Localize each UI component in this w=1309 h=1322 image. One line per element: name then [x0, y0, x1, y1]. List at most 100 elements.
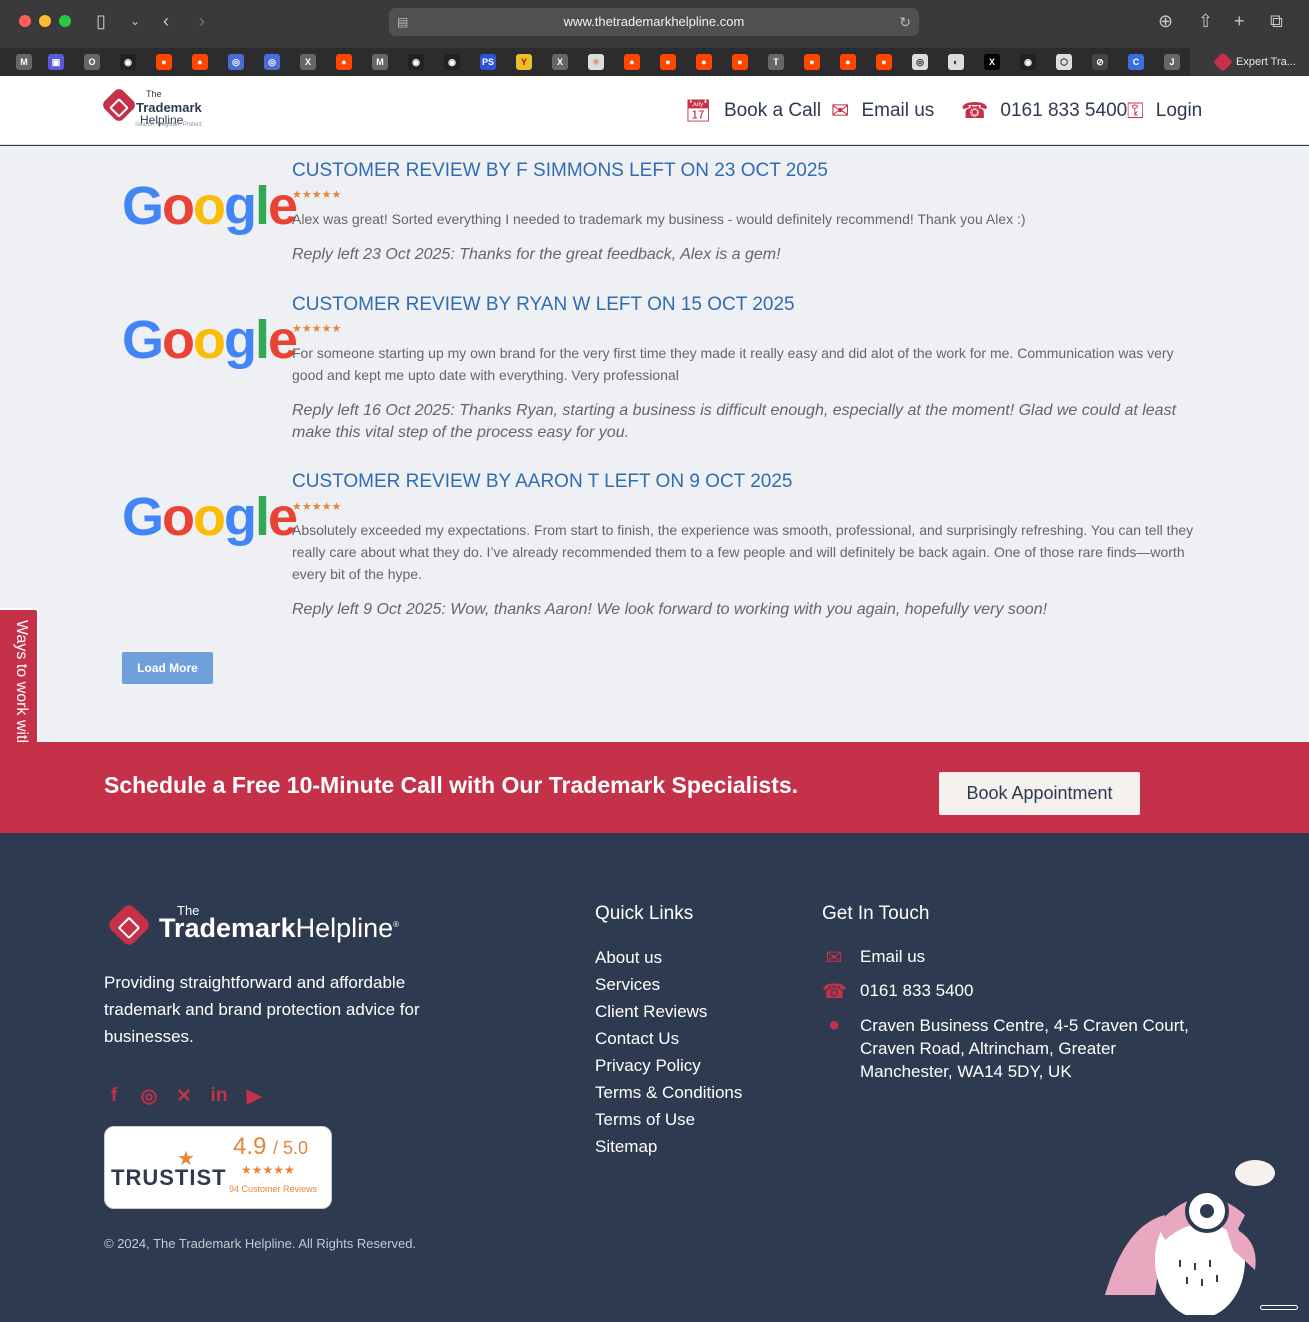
tab-bar: M ▣ O ◉ ● ● ◎ ◎ X ● M ◉ ◉ PS Y X ✳ ● ● ●…	[0, 48, 1309, 76]
tab-overview-icon[interactable]: ⧉	[1270, 11, 1283, 31]
tab-favicon[interactable]: J	[1164, 54, 1180, 70]
tab-favicon[interactable]: ●	[660, 54, 676, 70]
footer-logo[interactable]: The TrademarkHelpline®	[106, 902, 417, 949]
share-icon[interactable]: ⇧	[1198, 11, 1213, 31]
nav-book-a-call[interactable]: 📅︎ Book a Call	[684, 96, 821, 126]
footer-link-contact[interactable]: Contact Us	[595, 1029, 679, 1049]
footer-link-services[interactable]: Services	[595, 975, 660, 995]
footer-link-about[interactable]: About us	[595, 948, 662, 968]
tab-favicon[interactable]: ◐	[948, 54, 964, 70]
youtube-icon[interactable]: ▶	[244, 1085, 264, 1108]
footer-link-sitemap[interactable]: Sitemap	[595, 1137, 657, 1157]
trustist-score: 4.9	[233, 1133, 267, 1160]
envelope-icon: ✉	[825, 947, 843, 969]
tab-favicon[interactable]: ●	[732, 54, 748, 70]
tab-favicon[interactable]: ✳	[588, 54, 604, 70]
tab-favicon[interactable]: PS	[480, 54, 496, 70]
footer-link-privacy[interactable]: Privacy Policy	[595, 1056, 701, 1076]
tab-favicon[interactable]: ▣	[48, 54, 64, 70]
phone-icon: ☎	[961, 98, 989, 123]
tab-favicon[interactable]: ◎	[912, 54, 928, 70]
phone-icon: ☎	[822, 981, 847, 1003]
active-tab[interactable]: Expert Tra...	[1190, 48, 1309, 76]
x-icon[interactable]: ✕	[174, 1085, 194, 1108]
trustist-name: TRUSTIST	[111, 1165, 227, 1190]
sidebar-toggle-icon[interactable]: ▯	[96, 11, 106, 31]
nav-login[interactable]: ⚿ Login	[1127, 96, 1202, 126]
chevron-down-icon[interactable]: ⌄	[130, 11, 140, 31]
tab-favicon[interactable]: ●	[804, 54, 820, 70]
tab-favicon[interactable]: ●	[840, 54, 856, 70]
tab-favicon[interactable]: ⊘	[1092, 54, 1108, 70]
tab-favicon[interactable]: X	[984, 54, 1000, 70]
tab-favicon[interactable]: M	[16, 54, 32, 70]
review-text: Absolutely exceeded my expectations. Fro…	[292, 522, 1194, 582]
footer-address-text: Craven Business Centre, 4-5 Craven Court…	[860, 1016, 1189, 1081]
forward-icon[interactable]: ›	[199, 11, 205, 31]
facebook-icon[interactable]: f	[104, 1085, 124, 1108]
quick-links-title: Quick Links	[595, 903, 694, 924]
tab-favicon[interactable]: ●	[624, 54, 640, 70]
tab-favicon[interactable]: ●	[696, 54, 712, 70]
footer-phone-label: 0161 833 5400	[860, 981, 974, 1000]
download-icon[interactable]: ⊕	[1158, 11, 1173, 31]
browser-toolbar: ▯ ⌄ ‹ › ▤ www.thetrademarkhelpline.com ↻…	[0, 0, 1309, 48]
site-logo[interactable]: The Trademark Helpline Search. Register.…	[100, 86, 214, 132]
footer-link-terms-of-use[interactable]: Terms of Use	[595, 1110, 695, 1130]
trustist-out-of: / 5.0	[273, 1138, 309, 1158]
nav-label: 0161 833 5400	[1000, 100, 1128, 121]
trustist-widget[interactable]: ★ TRUSTIST 4.9 / 5.0 ★★★★★ 94 Customer R…	[104, 1126, 332, 1209]
nav-label: Login	[1155, 100, 1203, 121]
minimize-window-button[interactable]	[39, 15, 51, 27]
tab-favicon[interactable]: M	[372, 54, 388, 70]
get-in-touch-title: Get In Touch	[822, 903, 930, 924]
tab-favicon[interactable]: ●	[876, 54, 892, 70]
tab-favicon[interactable]: O	[84, 54, 100, 70]
cta-text: Schedule a Free 10-Minute Call with Our …	[104, 772, 799, 798]
tab-favicon[interactable]: ●	[156, 54, 172, 70]
scroll-indicator	[1260, 1305, 1298, 1310]
book-appointment-button[interactable]: Book Appointment	[939, 772, 1140, 815]
tab-favicon[interactable]: T	[768, 54, 784, 70]
zoom-window-button[interactable]	[59, 15, 71, 27]
review-text: Alex was great! Sorted everything I need…	[292, 211, 1026, 227]
tab-favicon[interactable]: ◎	[228, 54, 244, 70]
tab-favicon[interactable]: ◉	[120, 54, 136, 70]
tab-favicon[interactable]: ●	[192, 54, 208, 70]
tab-favicon[interactable]: X	[552, 54, 568, 70]
site-settings-icon[interactable]: ▤	[397, 8, 408, 36]
review-title: CUSTOMER REVIEW BY F SIMMONS LEFT ON 23 …	[292, 160, 828, 181]
footer-link-terms-conditions[interactable]: Terms & Conditions	[595, 1083, 742, 1103]
tab-favicon[interactable]: ◎	[264, 54, 280, 70]
tab-favicon[interactable]: Y	[516, 54, 532, 70]
nav-phone[interactable]: ☎ 0161 833 5400	[961, 96, 1127, 126]
footer-email[interactable]: ✉ Email us	[822, 947, 926, 969]
tab-favicon[interactable]: C	[1128, 54, 1144, 70]
review-title: CUSTOMER REVIEW BY AARON T LEFT ON 9 OCT…	[292, 471, 793, 492]
owl-mascot-icon[interactable]	[1095, 1155, 1275, 1315]
tab-favicon[interactable]: X	[300, 54, 316, 70]
tab-favicon[interactable]: ⬡	[1056, 54, 1072, 70]
logo-mark-icon	[106, 902, 152, 948]
load-more-button[interactable]: Load More	[122, 652, 213, 684]
trustist-review-count: 94 Customer Reviews	[229, 1184, 318, 1194]
url-bar[interactable]: ▤ www.thetrademarkhelpline.com ↻	[389, 8, 919, 36]
instagram-icon[interactable]: ◎	[139, 1085, 159, 1108]
copyright: © 2024, The Trademark Helpline. All Righ…	[104, 1236, 417, 1251]
nav-email-us[interactable]: ✉ Email us	[831, 96, 934, 126]
linkedin-icon[interactable]: in	[209, 1085, 229, 1108]
back-icon[interactable]: ‹	[163, 11, 169, 31]
review-title: CUSTOMER REVIEW BY RYAN W LEFT ON 15 OCT…	[292, 294, 795, 315]
review-stars: ★★★★★	[292, 501, 342, 513]
new-tab-icon[interactable]: +	[1234, 11, 1245, 31]
tab-favicon[interactable]: ●	[336, 54, 352, 70]
close-window-button[interactable]	[19, 15, 31, 27]
tab-favicon[interactable]: ◉	[1020, 54, 1036, 70]
footer-phone[interactable]: ☎ 0161 833 5400	[822, 981, 973, 1003]
tab-favicon[interactable]: ◉	[408, 54, 424, 70]
reload-icon[interactable]: ↻	[899, 8, 911, 36]
location-pin-icon: ●	[827, 1014, 841, 1036]
tab-favicon[interactable]: ◉	[444, 54, 460, 70]
footer-logo-helpline: Helpline	[295, 913, 394, 943]
footer-link-reviews[interactable]: Client Reviews	[595, 1002, 707, 1022]
